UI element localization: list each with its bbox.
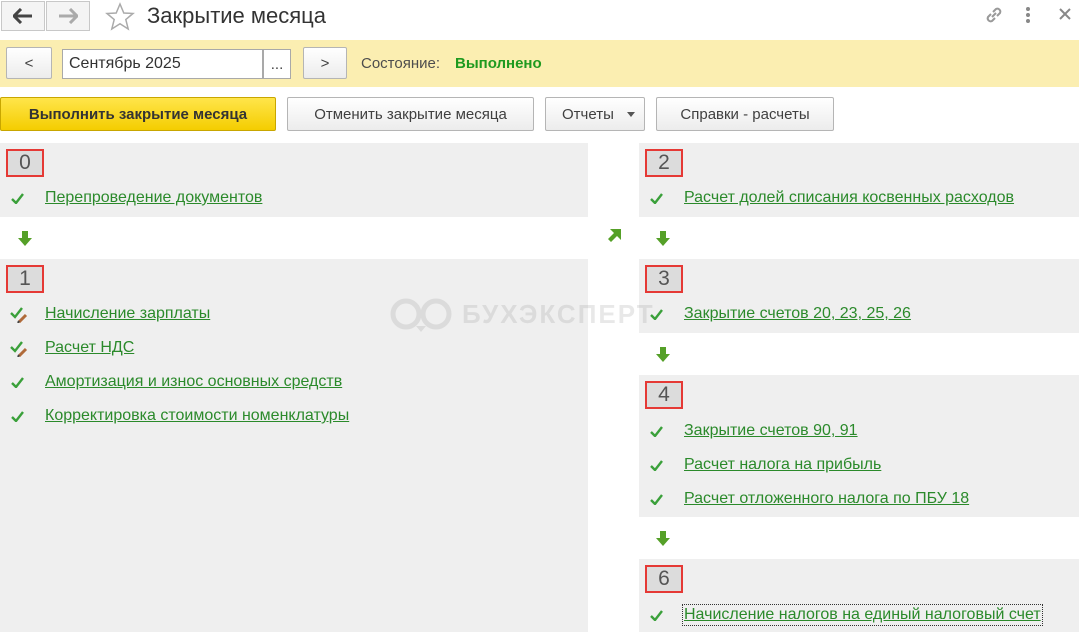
more-vertical-icon[interactable] xyxy=(1024,6,1032,24)
task-link[interactable]: Начисление налогов на единый налоговый с… xyxy=(682,604,1043,626)
choose-period-button[interactable]: ... xyxy=(263,49,291,79)
status-value: Выполнено xyxy=(455,55,542,72)
stage-4-number: 4 xyxy=(645,381,683,409)
chevron-down-icon xyxy=(627,112,635,117)
owl-logo-icon xyxy=(390,298,452,332)
back-button[interactable] xyxy=(1,1,45,31)
status-label: Состояние: xyxy=(361,55,441,72)
title-bar: Закрытие месяца xyxy=(0,0,1079,40)
task-item[interactable]: Перепроведение документов xyxy=(45,188,262,208)
check-icon xyxy=(11,377,24,388)
task-link[interactable]: Расчет налога на прибыль xyxy=(684,456,881,474)
arrow-down-icon xyxy=(656,231,670,246)
stage-1-number: 1 xyxy=(6,265,44,293)
check-icon xyxy=(650,309,663,320)
task-item[interactable]: Начисление налогов на единый налоговый с… xyxy=(682,604,1043,626)
prev-period-button[interactable]: < xyxy=(6,47,52,79)
next-period-button[interactable]: > xyxy=(303,47,347,79)
check-edited-icon xyxy=(10,341,28,357)
close-icon[interactable] xyxy=(1058,7,1072,21)
arrow-down-icon xyxy=(656,531,670,546)
task-link[interactable]: Перепроведение документов xyxy=(45,189,262,207)
task-item[interactable]: Корректировка стоимости номенклатуры xyxy=(45,406,349,426)
run-month-close-button[interactable]: Выполнить закрытие месяца xyxy=(0,97,276,131)
task-item[interactable]: Начисление зарплаты xyxy=(45,304,210,324)
cancel-month-close-button[interactable]: Отменить закрытие месяца xyxy=(287,97,534,131)
link-icon[interactable] xyxy=(983,4,1005,26)
references-button[interactable]: Справки - расчеты xyxy=(656,97,834,131)
stage-6-number: 6 xyxy=(645,565,683,593)
task-link[interactable]: Расчет отложенного налога по ПБУ 18 xyxy=(684,490,969,508)
star-icon[interactable] xyxy=(105,2,135,32)
check-icon xyxy=(650,610,663,621)
check-icon xyxy=(650,193,663,204)
page-title: Закрытие месяца xyxy=(147,3,327,28)
task-link[interactable]: Закрытие счетов 20, 23, 25, 26 xyxy=(684,305,911,323)
check-icon xyxy=(650,460,663,471)
check-icon xyxy=(650,494,663,505)
period-field[interactable]: Сентябрь 2025 xyxy=(62,49,263,79)
task-item[interactable]: Расчет НДС xyxy=(45,338,134,358)
stage-0-number: 0 xyxy=(6,149,44,177)
arrow-down-icon xyxy=(18,231,32,246)
stage-2-number: 2 xyxy=(645,149,683,177)
check-icon xyxy=(11,193,24,204)
watermark-text: БУХЭКСПЕРТ xyxy=(462,298,655,329)
task-link[interactable]: Начисление зарплаты xyxy=(45,305,210,323)
task-item[interactable]: Расчет налога на прибыль xyxy=(684,455,881,475)
task-link[interactable]: Расчет НДС xyxy=(45,339,134,357)
reports-label: Отчеты xyxy=(562,105,614,123)
task-item[interactable]: Закрытие счетов 90, 91 xyxy=(684,421,858,441)
forward-arrow-icon xyxy=(59,8,78,24)
task-item[interactable]: Расчет долей списания косвенных расходов xyxy=(684,188,1014,208)
task-item[interactable]: Закрытие счетов 20, 23, 25, 26 xyxy=(684,304,911,324)
watermark: БУХЭКСПЕРТ xyxy=(390,296,655,332)
task-link[interactable]: Закрытие счетов 90, 91 xyxy=(684,422,858,440)
stage-3-number: 3 xyxy=(645,265,683,293)
check-edited-icon xyxy=(10,307,28,323)
check-icon xyxy=(11,411,24,422)
arrow-up-right-icon xyxy=(608,229,621,242)
forward-button[interactable] xyxy=(46,1,90,31)
task-link[interactable]: Расчет долей списания косвенных расходов xyxy=(684,189,1014,207)
task-link[interactable]: Корректировка стоимости номенклатуры xyxy=(45,407,349,425)
back-arrow-icon xyxy=(13,8,32,24)
check-icon xyxy=(650,426,663,437)
task-link[interactable]: Амортизация и износ основных средств xyxy=(45,373,342,391)
task-item[interactable]: Расчет отложенного налога по ПБУ 18 xyxy=(684,489,969,509)
arrow-down-icon xyxy=(656,347,670,362)
reports-dropdown[interactable]: Отчеты xyxy=(545,97,645,131)
task-item[interactable]: Амортизация и износ основных средств xyxy=(45,372,342,392)
